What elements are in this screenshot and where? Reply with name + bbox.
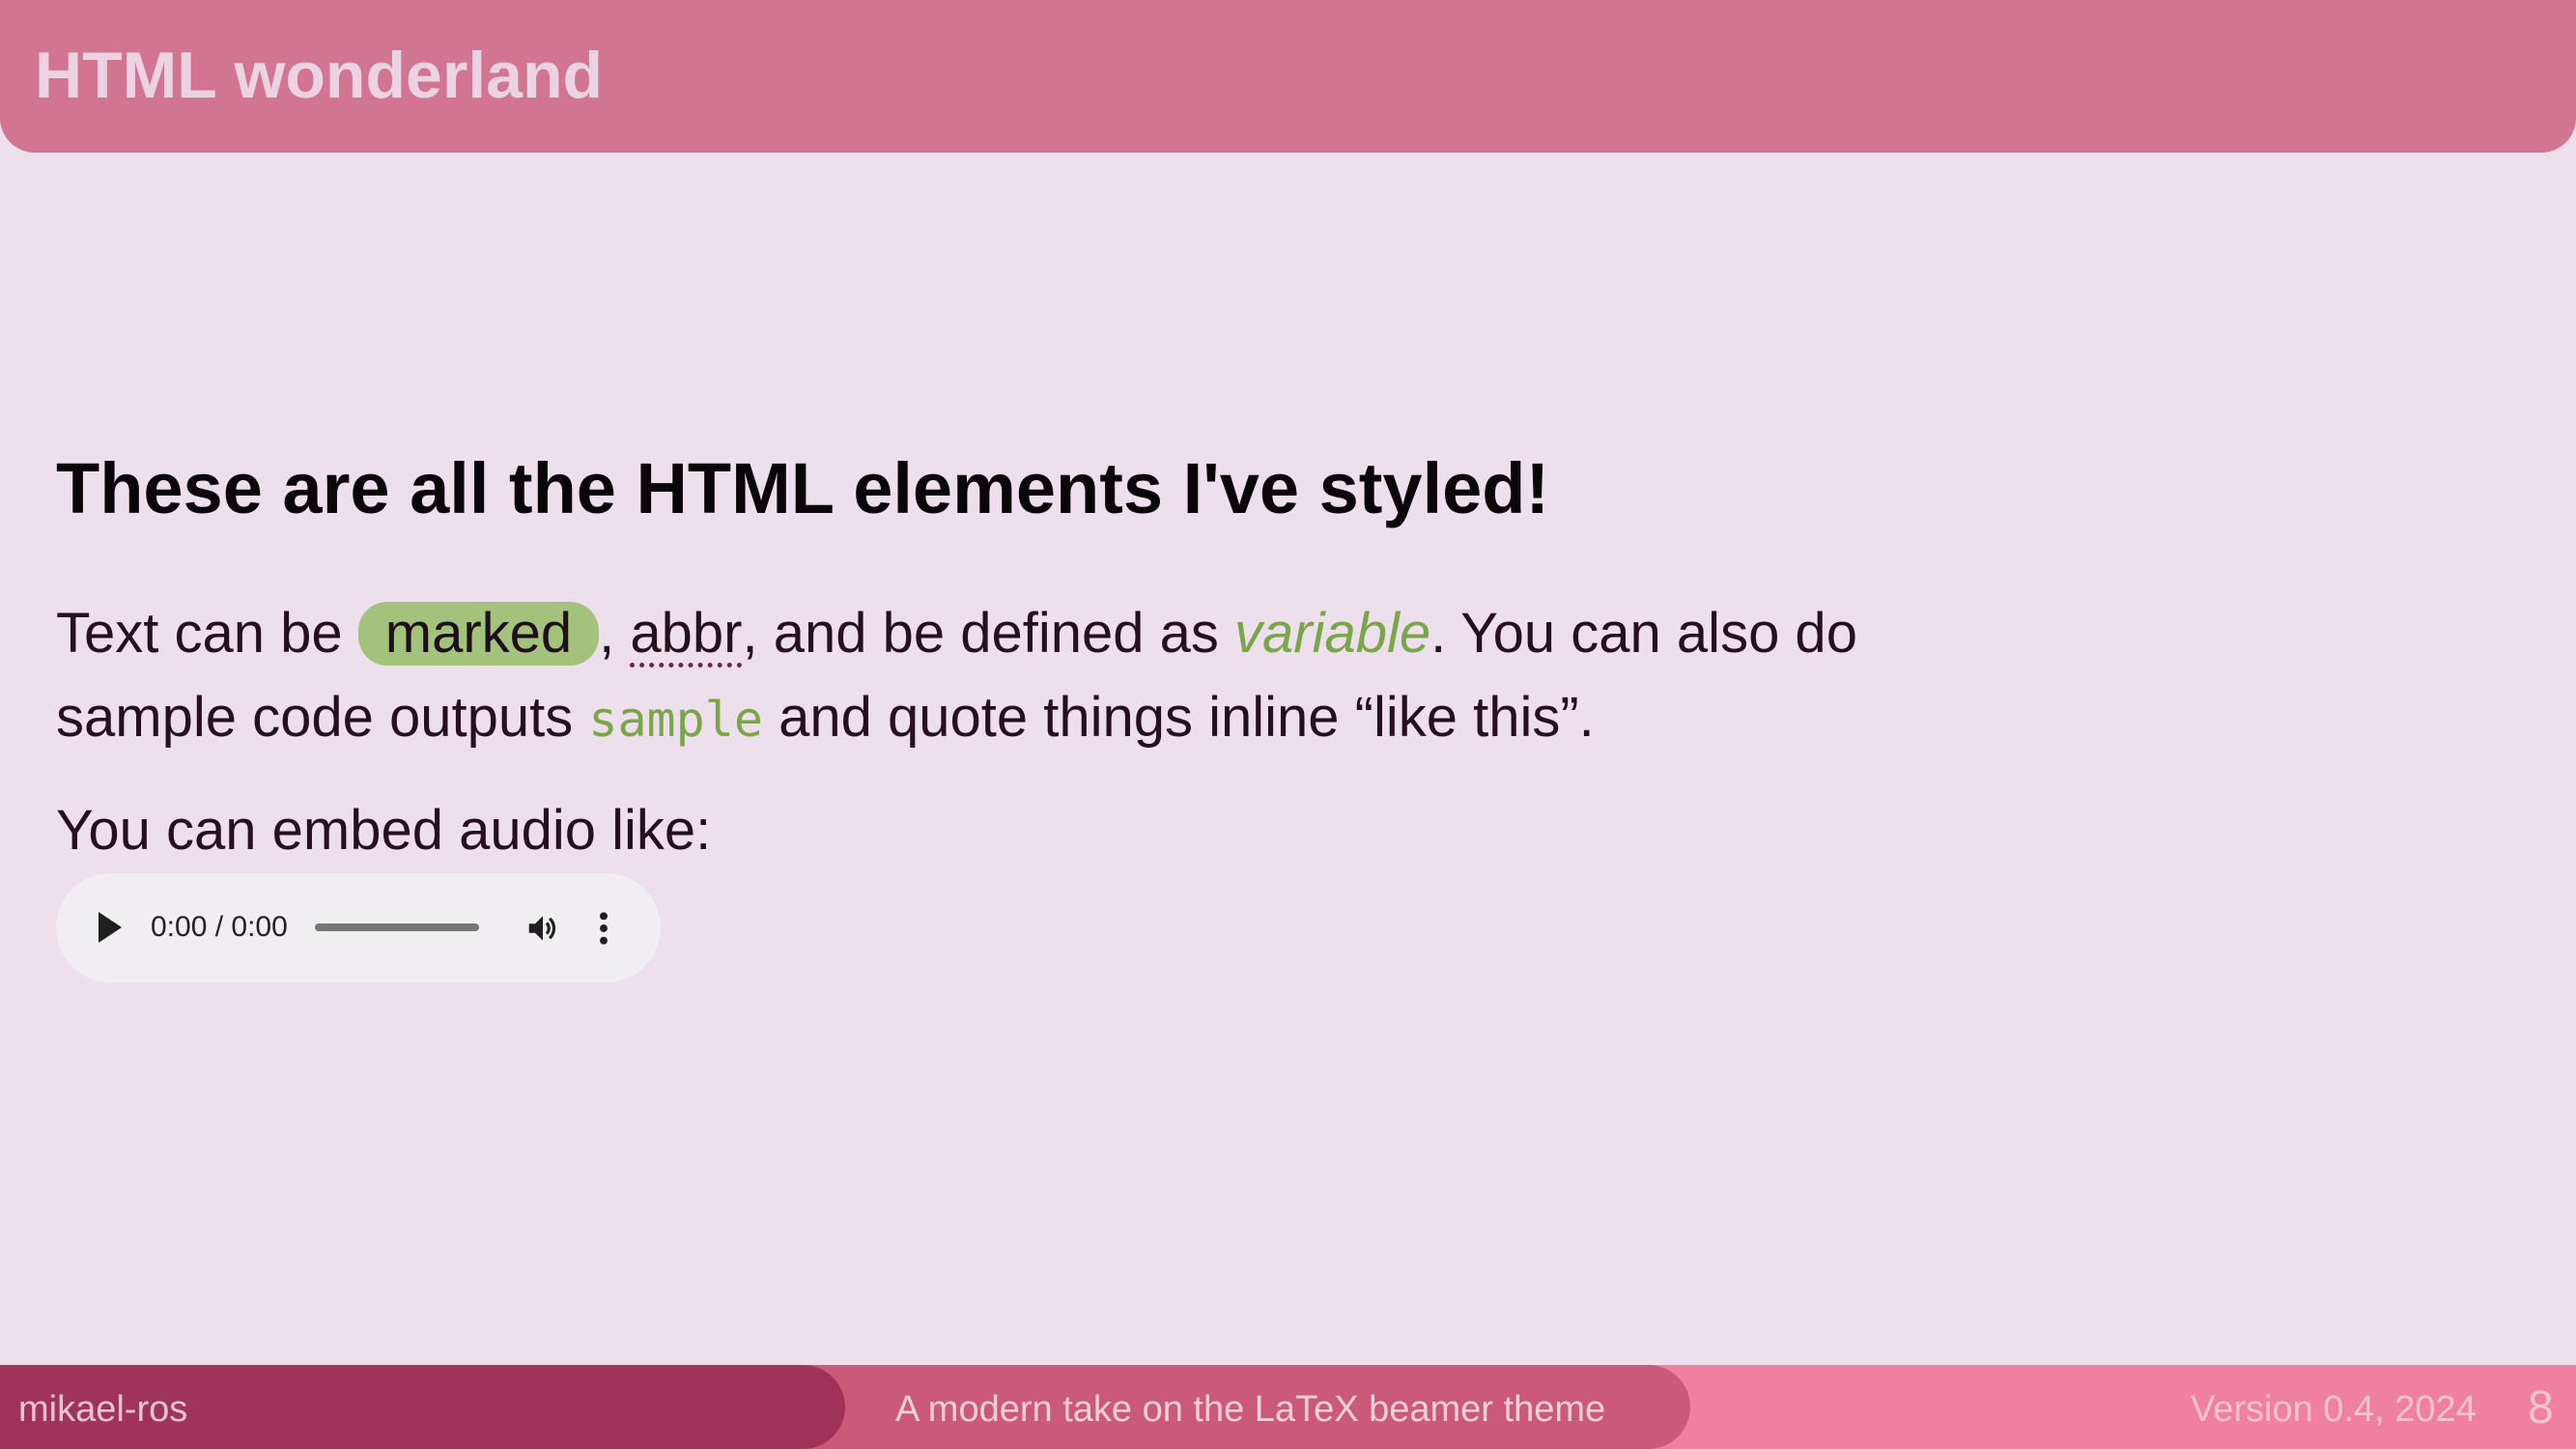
page-number: 8 <box>2528 1382 2554 1434</box>
slide-header: HTML wonderland <box>0 0 2576 153</box>
text-segment: Text can be <box>56 602 358 665</box>
text-segment: sample code outputs <box>56 686 589 749</box>
paragraph-line-2: sample code outputs sample and quote thi… <box>56 675 1988 762</box>
play-icon[interactable] <box>99 912 122 943</box>
slide: HTML wonderland These are all the HTML e… <box>0 0 2576 1449</box>
content-paragraph: Text can be marked, abbr, and be defined… <box>56 591 1988 762</box>
text-segment: and quote things inline “like this”. <box>762 686 1595 749</box>
more-options-icon[interactable] <box>597 910 610 947</box>
footer-author: mikael-ros <box>18 1389 188 1430</box>
audio-time: 0:00 / 0:00 <box>151 911 288 943</box>
paragraph-line-1: Text can be marked, abbr, and be defined… <box>56 591 1988 675</box>
slide-title: HTML wonderland <box>35 39 604 112</box>
footer-version: Version 0.4, 2024 <box>2191 1389 2477 1430</box>
text-segment: , <box>599 602 631 665</box>
volume-icon[interactable] <box>524 910 562 947</box>
embed-audio-text: You can embed audio like: <box>56 799 712 862</box>
variable-text: variable <box>1234 602 1431 665</box>
text-segment: . You can also do <box>1430 602 1857 665</box>
sample-code-text: sample <box>588 692 763 748</box>
audio-progress-bar[interactable] <box>315 923 479 931</box>
content-heading: These are all the HTML elements I've sty… <box>56 448 1550 528</box>
footer-subtitle: A modern take on the LaTeX beamer theme <box>895 1389 1606 1430</box>
slide-footer: mikael-ros A modern take on the LaTeX be… <box>0 1365 2576 1449</box>
marked-text: marked <box>357 602 600 666</box>
abbr-text[interactable]: abbr <box>630 605 743 668</box>
audio-player: 0:00 / 0:00 <box>56 873 661 982</box>
text-segment: , and be defined as <box>742 602 1234 665</box>
